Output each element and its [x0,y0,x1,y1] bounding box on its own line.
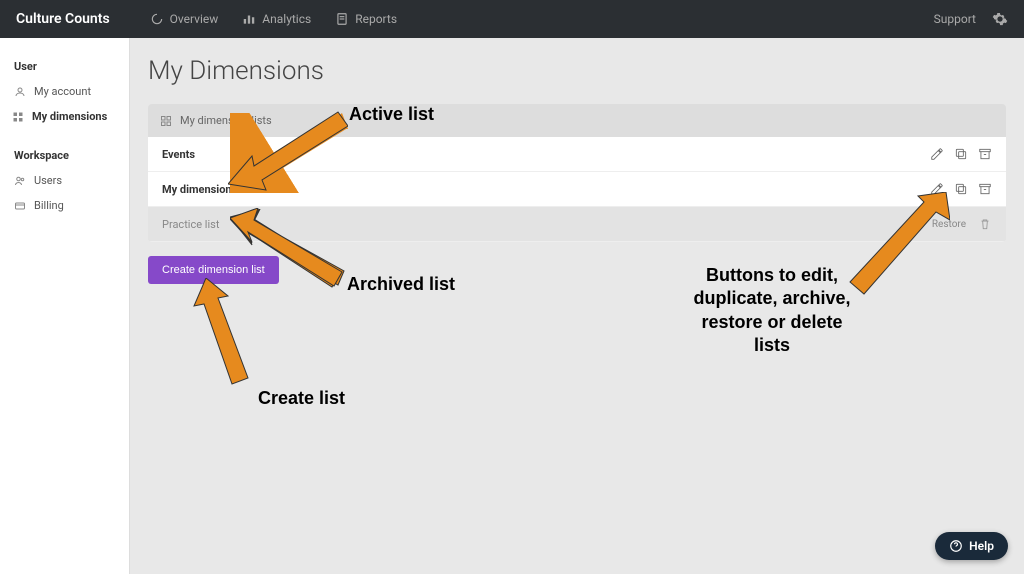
billing-icon [14,200,26,212]
list-name: Practice list [162,218,219,231]
grid-icon [160,115,172,127]
annotation-archived-list: Archived list [347,274,455,295]
nav-label: Reports [355,12,397,26]
sidebar-item-billing[interactable]: Billing [0,193,129,218]
nav-overview[interactable]: Overview [150,12,219,26]
support-link[interactable]: Support [934,12,976,26]
reports-icon [335,12,349,26]
arrow-icon [228,108,348,194]
nav-reports[interactable]: Reports [335,12,397,26]
list-actions [930,147,992,161]
gear-icon[interactable] [992,11,1008,27]
archive-icon[interactable] [978,182,992,196]
page-title: My Dimensions [148,56,1006,86]
sidebar: User My account My dimensions Workspace … [0,38,130,574]
arrow-icon [192,278,262,388]
sidebar-item-label: My account [34,85,91,98]
annotation-active-list: Active list [349,104,434,125]
person-icon [14,86,26,98]
sidebar-heading-workspace: Workspace [0,143,129,168]
edit-icon[interactable] [930,147,944,161]
nav-label: Overview [170,12,219,26]
annotation-buttons: Buttons to edit, duplicate, archive, res… [687,264,857,358]
sidebar-item-label: Billing [34,199,64,212]
archive-icon[interactable] [978,147,992,161]
help-label: Help [969,539,994,553]
list-name: Events [162,148,195,161]
help-icon [949,539,963,553]
sidebar-item-label: My dimensions [32,110,107,123]
duplicate-icon[interactable] [954,147,968,161]
arrow-icon [848,192,950,302]
sidebar-item-my-dimensions[interactable]: My dimensions [0,104,129,129]
sidebar-item-users[interactable]: Users [0,168,129,193]
top-nav: Culture Counts Overview Analytics Report… [0,0,1024,38]
grid-icon [12,111,24,123]
sidebar-item-label: Users [34,174,62,187]
analytics-icon [242,12,256,26]
nav-analytics[interactable]: Analytics [242,12,311,26]
nav-label: Analytics [262,12,311,26]
brand-logo: Culture Counts [16,11,110,27]
users-icon [14,175,26,187]
duplicate-icon[interactable] [954,182,968,196]
sidebar-heading-user: User [0,54,129,79]
help-widget[interactable]: Help [935,532,1008,560]
list-name: My dimensions [162,183,237,196]
delete-icon[interactable] [978,217,992,231]
sidebar-item-my-account[interactable]: My account [0,79,129,104]
overview-icon [150,12,164,26]
annotation-create-list: Create list [258,388,345,409]
